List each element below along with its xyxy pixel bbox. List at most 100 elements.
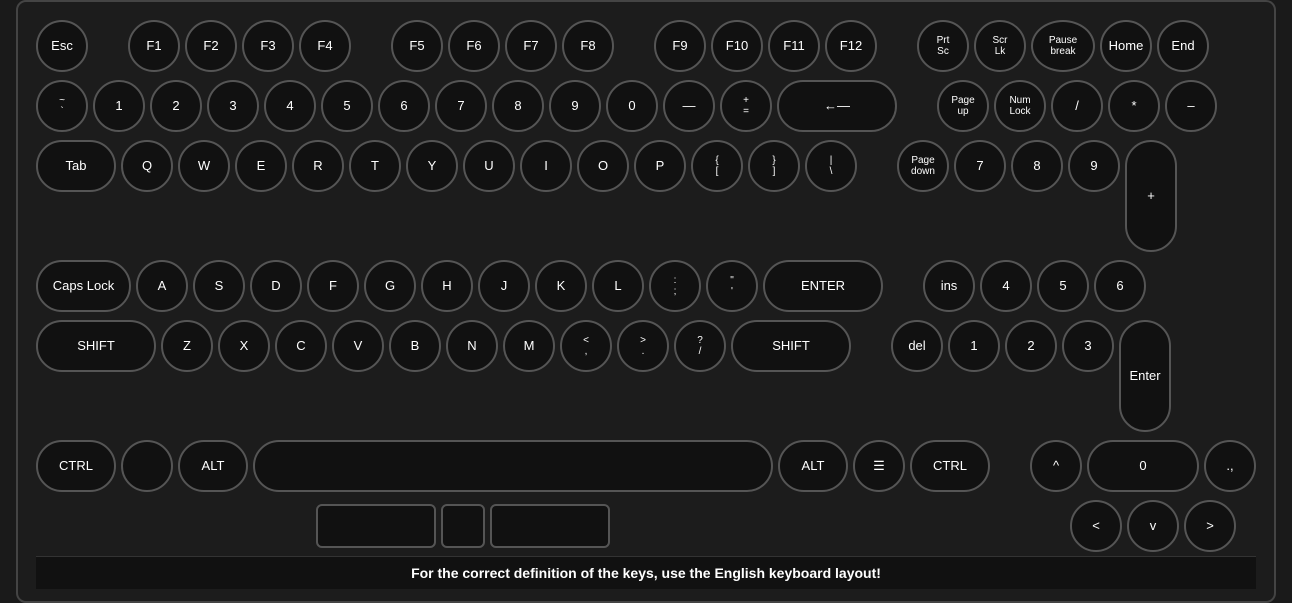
- key-backslash[interactable]: |\: [805, 140, 857, 192]
- key-win-left[interactable]: [121, 440, 173, 492]
- key-space[interactable]: [253, 440, 773, 492]
- key-numplus[interactable]: +: [1125, 140, 1177, 252]
- key-num8[interactable]: 8: [1011, 140, 1063, 192]
- key-period[interactable]: >.: [617, 320, 669, 372]
- key-lbracket[interactable]: {[: [691, 140, 743, 192]
- key-v[interactable]: V: [332, 320, 384, 372]
- key-num4[interactable]: 4: [980, 260, 1032, 312]
- key-i[interactable]: I: [520, 140, 572, 192]
- key-num5[interactable]: 5: [1037, 260, 1089, 312]
- key-p[interactable]: P: [634, 140, 686, 192]
- key-tab[interactable]: Tab: [36, 140, 116, 192]
- key-numcaret[interactable]: ^: [1030, 440, 1082, 492]
- key-0[interactable]: 0: [606, 80, 658, 132]
- key-numdot[interactable]: .,: [1204, 440, 1256, 492]
- key-arrow-left[interactable]: <: [1070, 500, 1122, 552]
- key-pageup[interactable]: Pageup: [937, 80, 989, 132]
- key-ins[interactable]: ins: [923, 260, 975, 312]
- key-h[interactable]: H: [421, 260, 473, 312]
- key-3[interactable]: 3: [207, 80, 259, 132]
- key-4[interactable]: 4: [264, 80, 316, 132]
- key-x[interactable]: X: [218, 320, 270, 372]
- key-o[interactable]: O: [577, 140, 629, 192]
- key-backspace[interactable]: ←—: [777, 80, 897, 132]
- key-g[interactable]: G: [364, 260, 416, 312]
- key-menu[interactable]: ☰: [853, 440, 905, 492]
- key-num9[interactable]: 9: [1068, 140, 1120, 192]
- key-f4[interactable]: F4: [299, 20, 351, 72]
- touchpad-left-button[interactable]: [316, 504, 436, 548]
- key-numenter[interactable]: Enter: [1119, 320, 1171, 432]
- key-f5[interactable]: F5: [391, 20, 443, 72]
- key-num3[interactable]: 3: [1062, 320, 1114, 372]
- key-equals[interactable]: +=: [720, 80, 772, 132]
- key-num7[interactable]: 7: [954, 140, 1006, 192]
- key-f2[interactable]: F2: [185, 20, 237, 72]
- key-numlk[interactable]: NumLock: [994, 80, 1046, 132]
- key-minus[interactable]: —: [663, 80, 715, 132]
- key-2[interactable]: 2: [150, 80, 202, 132]
- key-6[interactable]: 6: [378, 80, 430, 132]
- key-f7[interactable]: F7: [505, 20, 557, 72]
- key-scrlk[interactable]: ScrLk: [974, 20, 1026, 72]
- key-num6[interactable]: 6: [1094, 260, 1146, 312]
- key-w[interactable]: W: [178, 140, 230, 192]
- key-pagedown[interactable]: Pagedown: [897, 140, 949, 192]
- key-e[interactable]: E: [235, 140, 287, 192]
- key-numslash[interactable]: /: [1051, 80, 1103, 132]
- key-shift-left[interactable]: SHIFT: [36, 320, 156, 372]
- key-r[interactable]: R: [292, 140, 344, 192]
- key-num0[interactable]: 0: [1087, 440, 1199, 492]
- key-backtick[interactable]: ~`: [36, 80, 88, 132]
- key-k[interactable]: K: [535, 260, 587, 312]
- key-s[interactable]: S: [193, 260, 245, 312]
- key-f6[interactable]: F6: [448, 20, 500, 72]
- key-ctrl-left[interactable]: CTRL: [36, 440, 116, 492]
- key-y[interactable]: Y: [406, 140, 458, 192]
- key-q[interactable]: Q: [121, 140, 173, 192]
- key-9[interactable]: 9: [549, 80, 601, 132]
- key-5[interactable]: 5: [321, 80, 373, 132]
- key-7[interactable]: 7: [435, 80, 487, 132]
- key-shift-right[interactable]: SHIFT: [731, 320, 851, 372]
- key-j[interactable]: J: [478, 260, 530, 312]
- key-d[interactable]: D: [250, 260, 302, 312]
- key-semicolon[interactable]: :;: [649, 260, 701, 312]
- key-prtsc[interactable]: PrtSc: [917, 20, 969, 72]
- key-f[interactable]: F: [307, 260, 359, 312]
- key-t[interactable]: T: [349, 140, 401, 192]
- key-z[interactable]: Z: [161, 320, 213, 372]
- key-f12[interactable]: F12: [825, 20, 877, 72]
- key-enter[interactable]: ENTER: [763, 260, 883, 312]
- key-arrow-down[interactable]: v: [1127, 500, 1179, 552]
- key-del[interactable]: del: [891, 320, 943, 372]
- key-numstar[interactable]: *: [1108, 80, 1160, 132]
- key-quote[interactable]: "': [706, 260, 758, 312]
- key-alt-right[interactable]: ALT: [778, 440, 848, 492]
- key-f10[interactable]: F10: [711, 20, 763, 72]
- key-rbracket[interactable]: }]: [748, 140, 800, 192]
- key-caps[interactable]: Caps Lock: [36, 260, 131, 312]
- key-8[interactable]: 8: [492, 80, 544, 132]
- key-c[interactable]: C: [275, 320, 327, 372]
- key-comma[interactable]: <,: [560, 320, 612, 372]
- key-num1[interactable]: 1: [948, 320, 1000, 372]
- key-home[interactable]: Home: [1100, 20, 1152, 72]
- key-slash[interactable]: ?/: [674, 320, 726, 372]
- key-ctrl-right[interactable]: CTRL: [910, 440, 990, 492]
- key-pause[interactable]: Pausebreak: [1031, 20, 1095, 72]
- key-m[interactable]: M: [503, 320, 555, 372]
- key-f1[interactable]: F1: [128, 20, 180, 72]
- key-f8[interactable]: F8: [562, 20, 614, 72]
- key-f11[interactable]: F11: [768, 20, 820, 72]
- key-f9[interactable]: F9: [654, 20, 706, 72]
- touchpad-right-button[interactable]: [490, 504, 610, 548]
- key-1[interactable]: 1: [93, 80, 145, 132]
- key-numminus[interactable]: –: [1165, 80, 1217, 132]
- key-l[interactable]: L: [592, 260, 644, 312]
- key-b[interactable]: B: [389, 320, 441, 372]
- key-end[interactable]: End: [1157, 20, 1209, 72]
- key-u[interactable]: U: [463, 140, 515, 192]
- key-arrow-right[interactable]: >: [1184, 500, 1236, 552]
- key-f3[interactable]: F3: [242, 20, 294, 72]
